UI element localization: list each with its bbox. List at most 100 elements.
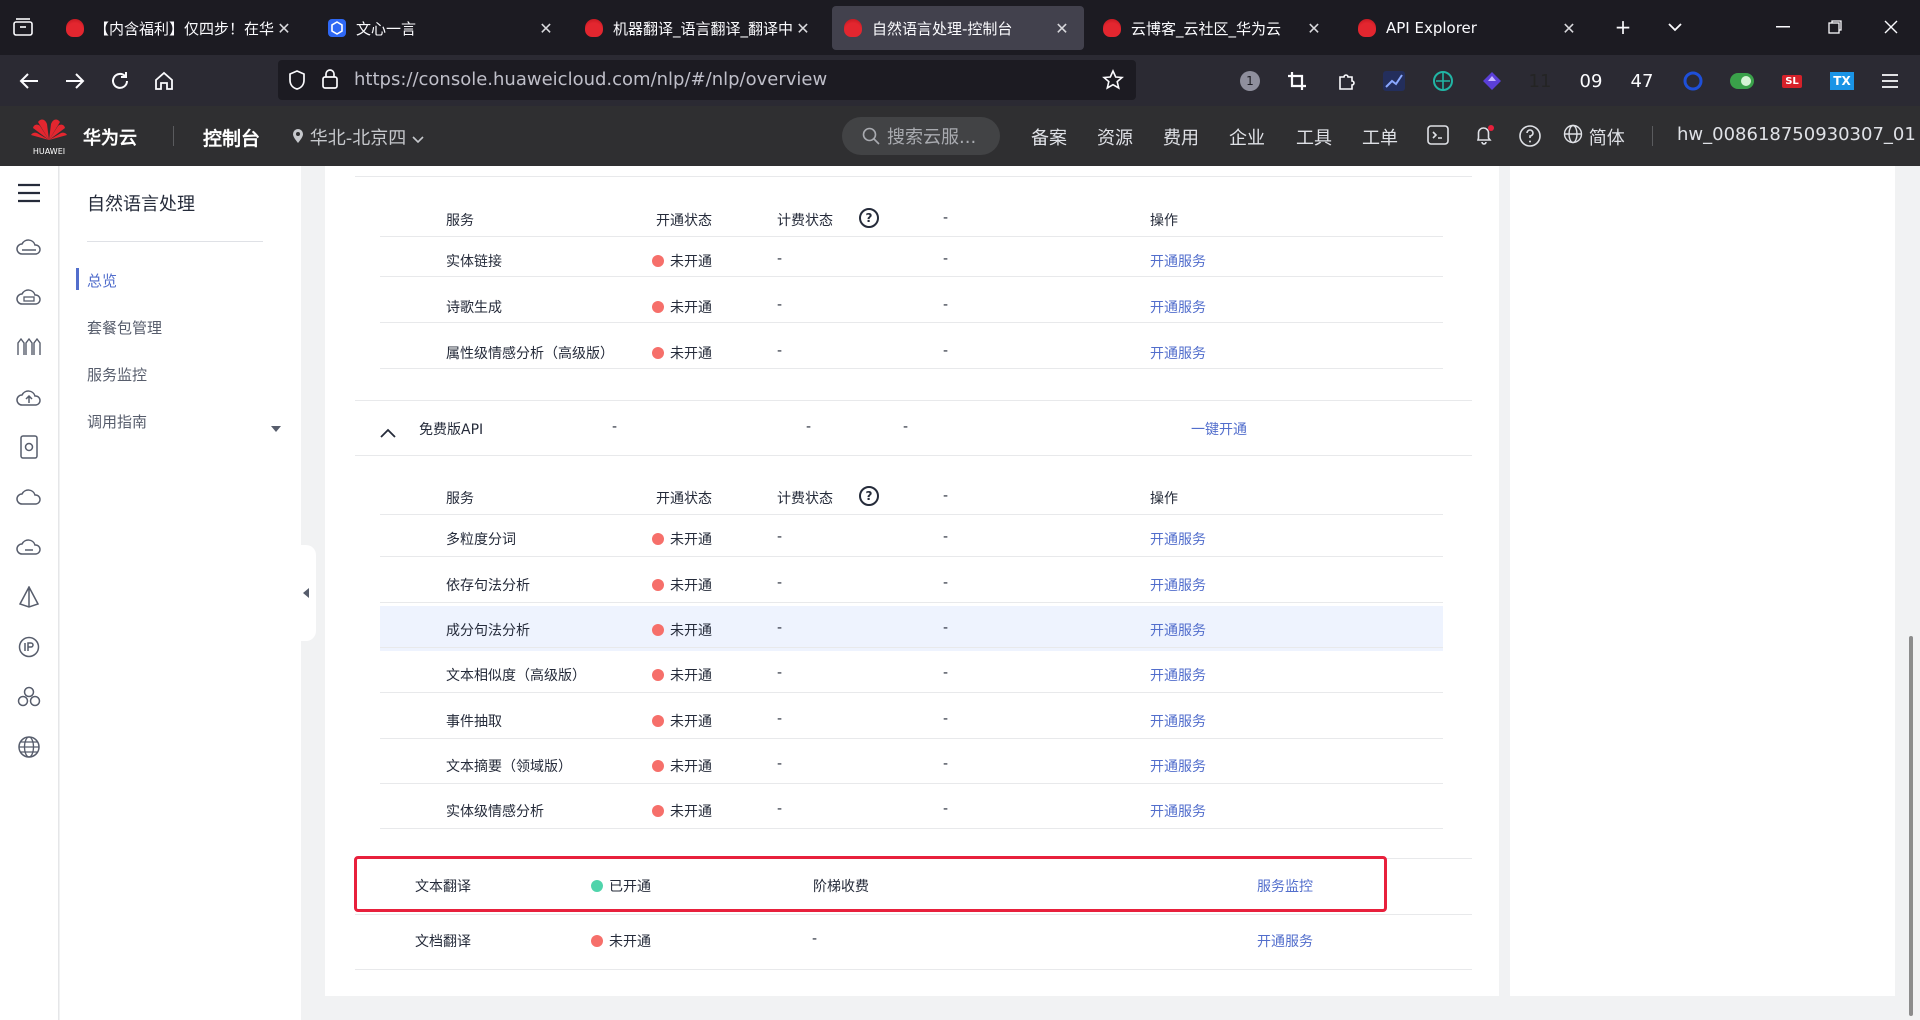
brand-name[interactable]: 华为云 bbox=[83, 124, 137, 150]
tab-close-icon[interactable]: ✕ bbox=[536, 19, 556, 38]
region-selector[interactable]: 华北-北京四 bbox=[292, 124, 424, 150]
help-question-icon[interactable]: ? bbox=[859, 208, 879, 228]
tab-2[interactable]: 机器翻译_语言翻译_翻译中心 ✕ bbox=[573, 6, 825, 50]
dash-cell: - bbox=[943, 529, 949, 545]
extension-counter-icon[interactable]: 1 bbox=[1237, 68, 1263, 94]
ip-icon[interactable] bbox=[14, 632, 44, 662]
search-input[interactable]: 搜索云服... bbox=[842, 117, 1000, 155]
cloud-icon[interactable] bbox=[14, 482, 44, 512]
status-dot-icon bbox=[652, 579, 664, 591]
scrollbar[interactable] bbox=[1909, 636, 1913, 1016]
caret-down-icon[interactable] bbox=[271, 417, 281, 436]
one-click-activate-link[interactable]: 一键开通 bbox=[1191, 419, 1247, 439]
open-service-link[interactable]: 开通服务 bbox=[1150, 620, 1206, 640]
tab-close-icon[interactable]: ✕ bbox=[1559, 19, 1579, 38]
www-icon[interactable] bbox=[14, 732, 44, 762]
cloud-network-icon[interactable] bbox=[14, 532, 44, 562]
language-selector[interactable]: 简体 bbox=[1563, 124, 1625, 150]
open-service-link[interactable]: 开通服务 bbox=[1150, 297, 1206, 317]
forward-icon[interactable] bbox=[60, 66, 90, 96]
tab-0[interactable]: 【内含福利】仅四步！在华为 ✕ bbox=[54, 6, 306, 50]
bookmark-star-icon[interactable] bbox=[1102, 69, 1124, 96]
window-close-icon[interactable] bbox=[1876, 12, 1906, 42]
new-tab-button[interactable]: + bbox=[1608, 12, 1638, 42]
tab-close-icon[interactable]: ✕ bbox=[1052, 19, 1072, 38]
hamburger-menu-icon[interactable] bbox=[14, 178, 44, 208]
status-cell: 未开通 bbox=[652, 575, 712, 595]
container-icon[interactable] bbox=[14, 332, 44, 362]
trend-extension-icon[interactable] bbox=[1381, 68, 1407, 94]
nav-item-filing[interactable]: 备案 bbox=[1031, 124, 1067, 150]
back-icon[interactable] bbox=[14, 66, 44, 96]
nav-item-enterprise[interactable]: 企业 bbox=[1229, 124, 1265, 150]
tab-close-icon[interactable]: ✕ bbox=[793, 19, 813, 38]
url-text[interactable]: https://console.huaweicloud.com/nlp/#/nl… bbox=[354, 69, 827, 90]
cloud-database-icon[interactable] bbox=[14, 282, 44, 312]
tab-5[interactable]: API Explorer ✕ bbox=[1346, 6, 1591, 50]
network-extension-icon[interactable] bbox=[1430, 68, 1456, 94]
open-service-link[interactable]: 开通服务 bbox=[1150, 251, 1206, 271]
badge-47[interactable]: 47 bbox=[1629, 68, 1655, 94]
row-divider bbox=[380, 783, 1443, 784]
lock-icon[interactable] bbox=[322, 69, 338, 94]
cloud-server-icon[interactable] bbox=[14, 232, 44, 262]
tab-close-icon[interactable]: ✕ bbox=[1304, 19, 1324, 38]
pyramid-icon[interactable] bbox=[14, 582, 44, 612]
js-toggle-icon[interactable] bbox=[1729, 68, 1755, 94]
nav-item-tools[interactable]: 工具 bbox=[1296, 124, 1332, 150]
sl-extension-icon[interactable]: SL bbox=[1779, 68, 1805, 94]
extensions-puzzle-icon[interactable] bbox=[1334, 68, 1360, 94]
storage-icon[interactable] bbox=[14, 432, 44, 462]
reload-icon[interactable] bbox=[105, 66, 135, 96]
collapse-chevron-icon[interactable] bbox=[380, 426, 396, 442]
open-service-link[interactable]: 开通服务 bbox=[1150, 529, 1206, 549]
upload-extension-icon[interactable] bbox=[1479, 68, 1505, 94]
tab-1[interactable]: 文心一言 ✕ bbox=[316, 6, 568, 50]
ring-extension-icon[interactable] bbox=[1680, 68, 1706, 94]
shield-icon[interactable] bbox=[288, 70, 306, 95]
tab-close-icon[interactable]: ✕ bbox=[274, 19, 294, 38]
tab-4[interactable]: 云博客_云社区_华为云 ✕ bbox=[1091, 6, 1336, 50]
status-dot-icon bbox=[652, 715, 664, 727]
tab-3[interactable]: 自然语言处理-控制台 ✕ bbox=[832, 6, 1084, 50]
open-service-link[interactable]: 开通服务 bbox=[1150, 343, 1206, 363]
user-account[interactable]: hw_008618750930307_01 bbox=[1677, 124, 1916, 145]
collapse-nav-button[interactable] bbox=[296, 545, 316, 641]
help-question-icon[interactable]: ? bbox=[859, 486, 879, 506]
console-link[interactable]: 控制台 bbox=[203, 124, 260, 151]
nav-item-tickets[interactable]: 工单 bbox=[1362, 124, 1398, 150]
open-service-link[interactable]: 开通服务 bbox=[1150, 665, 1206, 685]
address-bar[interactable]: https://console.huaweicloud.com/nlp/#/nl… bbox=[278, 60, 1136, 100]
open-service-link[interactable]: 开通服务 bbox=[1150, 711, 1206, 731]
huawei-logo-icon[interactable]: HUAWEI bbox=[30, 116, 70, 160]
crop-icon[interactable] bbox=[1284, 68, 1310, 94]
cluster-icon[interactable] bbox=[14, 682, 44, 712]
open-service-link[interactable]: 开通服务 bbox=[1257, 931, 1313, 951]
nav-service-monitoring[interactable]: 服务监控 bbox=[87, 364, 147, 385]
nav-item-resources[interactable]: 资源 bbox=[1097, 124, 1133, 150]
free-api-group-name[interactable]: 免费版API bbox=[419, 419, 483, 439]
help-icon[interactable] bbox=[1518, 124, 1542, 153]
notification-bell-icon[interactable] bbox=[1473, 123, 1497, 152]
tab-overview-icon[interactable] bbox=[8, 12, 38, 42]
nav-package-management[interactable]: 套餐包管理 bbox=[87, 317, 162, 338]
tx-extension-icon[interactable]: TX bbox=[1829, 68, 1855, 94]
cloud-upload-icon[interactable] bbox=[14, 382, 44, 412]
dash-cell: - bbox=[943, 251, 949, 267]
minimize-icon[interactable] bbox=[1768, 12, 1798, 42]
open-service-link[interactable]: 开通服务 bbox=[1150, 575, 1206, 595]
menu-icon[interactable] bbox=[1877, 68, 1903, 94]
badge-09[interactable]: 09 bbox=[1578, 68, 1604, 94]
restore-icon[interactable] bbox=[1820, 12, 1850, 42]
nav-overview[interactable]: 总览 bbox=[87, 270, 117, 291]
header-service: 服务 bbox=[446, 491, 474, 507]
nav-item-billing[interactable]: 费用 bbox=[1163, 124, 1199, 150]
nav-call-guide[interactable]: 调用指南 bbox=[87, 411, 147, 432]
tab-list-button[interactable] bbox=[1660, 12, 1690, 42]
badge-11[interactable]: 11 bbox=[1527, 68, 1553, 94]
home-icon[interactable] bbox=[149, 66, 179, 96]
billing-status: - bbox=[777, 620, 783, 636]
open-service-link[interactable]: 开通服务 bbox=[1150, 801, 1206, 821]
open-service-link[interactable]: 开通服务 bbox=[1150, 756, 1206, 776]
cloud-shell-icon[interactable] bbox=[1427, 125, 1449, 150]
